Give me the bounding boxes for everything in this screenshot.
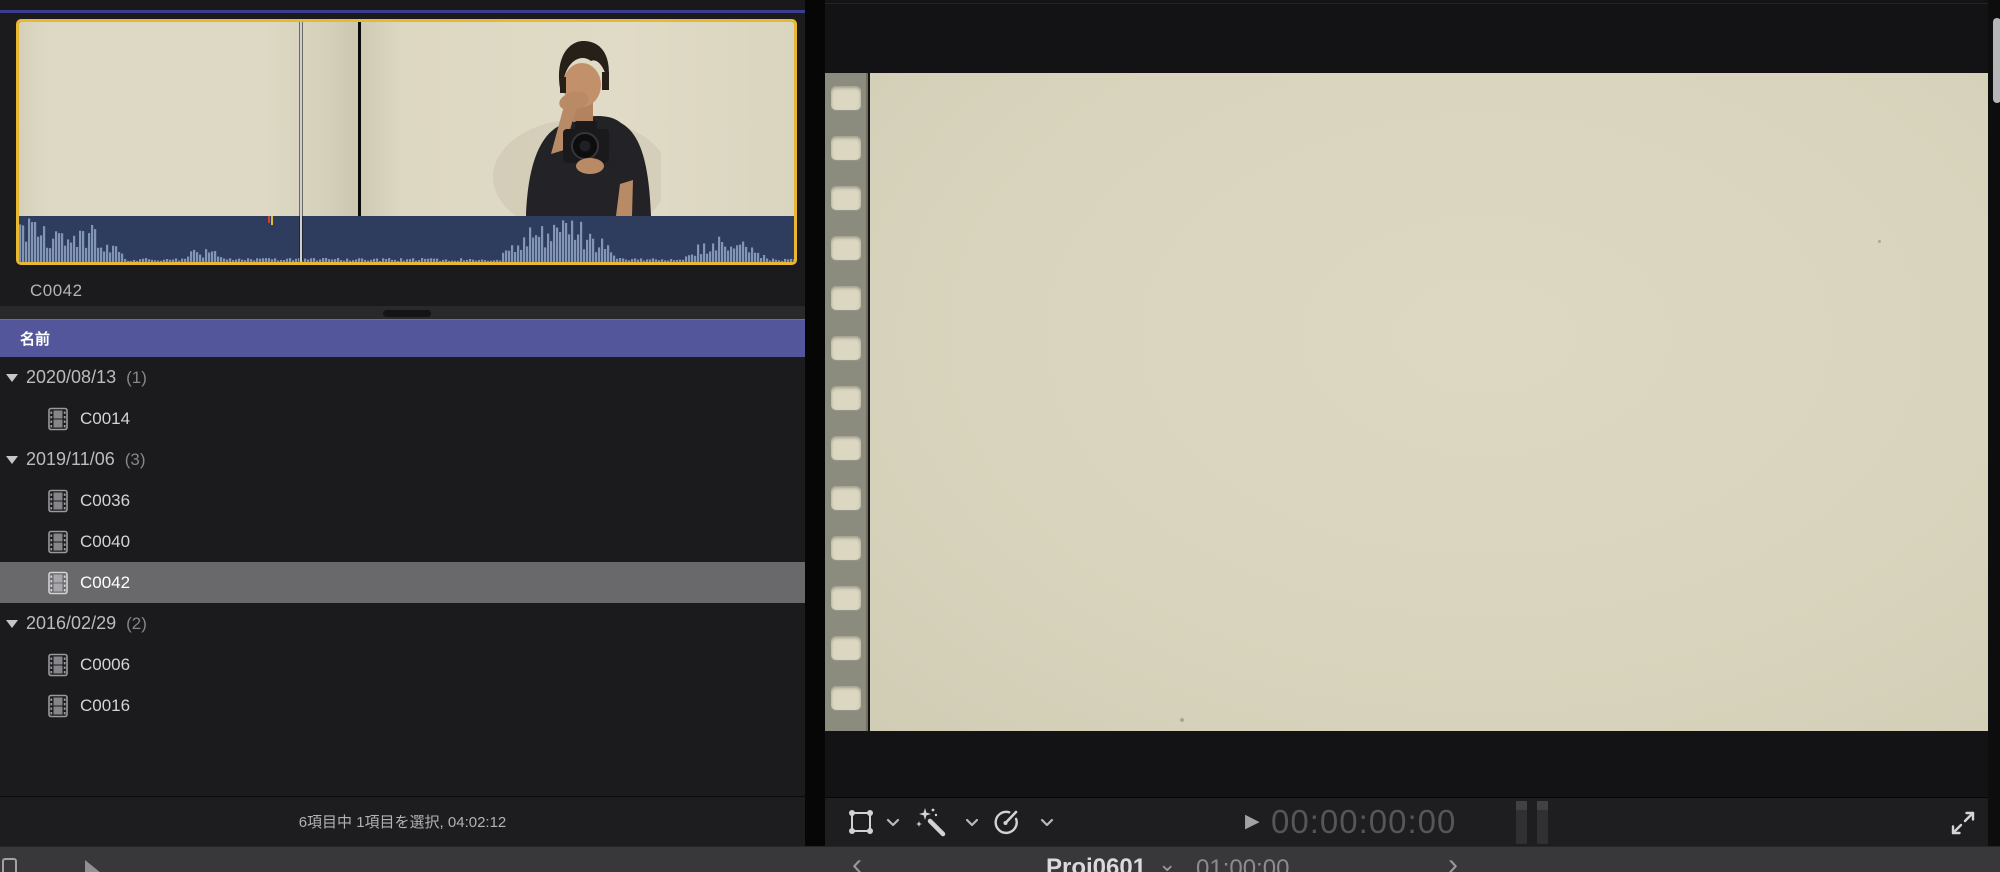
filmstrip-icon xyxy=(48,653,68,676)
viewer-panel: ▶ 00:00:00:00 xyxy=(825,0,1988,846)
sprocket-hole xyxy=(831,336,861,360)
skimmer-playhead xyxy=(300,22,302,262)
sprocket-hole xyxy=(831,686,861,710)
retime-speedometer-button[interactable] xyxy=(989,804,1023,838)
window-right-edge xyxy=(1988,0,2000,872)
filmstrip-icon xyxy=(48,530,68,553)
disclosure-triangle-icon[interactable] xyxy=(6,373,18,382)
group-date-label: 2019/11/06 xyxy=(26,449,115,469)
group-row-2019-11-06[interactable]: 2019/11/06 (3) xyxy=(0,439,805,480)
sprocket-hole xyxy=(831,436,861,460)
enhancements-wand-button[interactable] xyxy=(914,805,950,841)
panel-divider[interactable] xyxy=(805,0,825,846)
timeline-header-strip: ‹ Proj0601 ⌄ 01:00:00 › xyxy=(0,846,2000,872)
audio-meter-left[interactable] xyxy=(1516,801,1527,844)
clip-row-c0016[interactable]: C0016 xyxy=(0,685,805,726)
sprocket-hole xyxy=(831,586,861,610)
sprocket-hole xyxy=(831,386,861,410)
group-row-2020-08-13[interactable]: 2020/08/13 (1) xyxy=(0,357,805,398)
timeline-forward-chevron[interactable]: › xyxy=(1448,848,1458,872)
clip-frame-1 xyxy=(19,22,358,216)
browser-panel: C0042 名前 2020/08/13 (1) C0014 2019/11/06… xyxy=(0,0,805,846)
column-header-label: 名前 xyxy=(20,331,51,348)
sprocket-hole xyxy=(831,186,861,210)
film-sprocket-strip-image xyxy=(825,73,868,731)
sprocket-hole xyxy=(831,236,861,260)
group-count-label: (2) xyxy=(126,613,147,633)
transform-chevron-down-icon[interactable] xyxy=(886,818,900,828)
browser-top-strip xyxy=(0,0,805,10)
clip-row-c0014[interactable]: C0014 xyxy=(0,398,805,439)
clip-name-label: C0036 xyxy=(80,490,131,510)
audio-peak-marker-red xyxy=(268,216,270,223)
filmstrip-icon xyxy=(48,694,68,717)
clip-name-label: C0016 xyxy=(80,695,131,715)
group-date-label: 2020/08/13 xyxy=(26,367,117,387)
sprocket-hole xyxy=(831,136,861,160)
clip-preview-label: C0042 xyxy=(30,281,83,300)
clip-thumbnails xyxy=(19,22,794,216)
viewer-toolbar: ▶ 00:00:00:00 xyxy=(825,797,1988,846)
clip-row-c0042-selected[interactable]: C0042 xyxy=(0,562,805,603)
clip-frame-2 xyxy=(361,22,794,216)
audio-meter-right[interactable] xyxy=(1537,801,1548,844)
project-chevron-down-icon[interactable]: ⌄ xyxy=(1158,851,1176,872)
viewer-timecode-display[interactable]: 00:00:00:00 xyxy=(1271,803,1456,841)
group-count-label: (3) xyxy=(124,449,146,469)
audio-waveform xyxy=(19,216,794,262)
audio-peak-marker-yellow xyxy=(271,216,273,225)
film-dust-speck xyxy=(1180,718,1184,722)
video-canvas xyxy=(870,73,1988,731)
vertical-scrollbar[interactable] xyxy=(1993,18,2000,103)
timeline-back-chevron[interactable]: ‹ xyxy=(852,848,862,872)
browser-accent-line xyxy=(0,10,805,13)
selection-status-text: 6項目中 1項目を選択, 04:02:12 xyxy=(298,814,507,831)
clip-name-label: C0042 xyxy=(80,572,131,592)
sprocket-hole xyxy=(831,636,861,660)
play-button[interactable]: ▶ xyxy=(1245,812,1260,832)
clip-name-label: C0006 xyxy=(80,654,131,674)
sprocket-hole xyxy=(831,536,861,560)
filmstrip-icon xyxy=(48,407,68,430)
clip-row-c0036[interactable]: C0036 xyxy=(0,480,805,521)
browser-status-bar: 6項目中 1項目を選択, 04:02:12 xyxy=(0,796,805,846)
enhancements-chevron-down-icon[interactable] xyxy=(965,818,979,828)
clip-name-label: C0040 xyxy=(80,531,131,551)
sprocket-hole xyxy=(831,286,861,310)
clip-list: 2020/08/13 (1) C0014 2019/11/06 (3) C003… xyxy=(0,357,805,726)
clip-row-c0040[interactable]: C0040 xyxy=(0,521,805,562)
expand-fullscreen-button[interactable] xyxy=(1949,809,1977,837)
sprocket-hole xyxy=(831,86,861,110)
mouse-cursor xyxy=(85,860,100,872)
disclosure-triangle-icon[interactable] xyxy=(6,619,18,628)
viewer-top-seam xyxy=(825,3,1988,4)
film-dust-speck xyxy=(1878,240,1881,243)
sprocket-hole xyxy=(831,486,861,510)
transform-tool-button[interactable] xyxy=(846,808,876,836)
clip-filmstrip-preview[interactable] xyxy=(16,19,797,265)
filmstrip-icon xyxy=(48,571,68,594)
group-date-label: 2016/02/29 xyxy=(26,613,117,633)
splitter-drag-handle[interactable] xyxy=(383,310,431,317)
timeline-timecode: 01:00:00 xyxy=(1196,855,1290,872)
filmstrip-icon xyxy=(48,489,68,512)
clip-row-c0006[interactable]: C0006 xyxy=(0,644,805,685)
viewer-video-frame xyxy=(825,73,1988,731)
group-count-label: (1) xyxy=(126,367,147,387)
person-with-camera-image xyxy=(493,40,661,216)
group-row-2016-02-29[interactable]: 2016/02/29 (2) xyxy=(0,603,805,644)
timeline-project-name[interactable]: Proj0601 xyxy=(1046,854,1146,872)
clip-name-label: C0014 xyxy=(80,408,131,428)
disclosure-triangle-icon[interactable] xyxy=(6,455,18,464)
list-column-header-name[interactable]: 名前 xyxy=(0,319,805,357)
retime-chevron-down-icon[interactable] xyxy=(1040,818,1054,828)
timeline-index-button[interactable] xyxy=(2,858,17,872)
